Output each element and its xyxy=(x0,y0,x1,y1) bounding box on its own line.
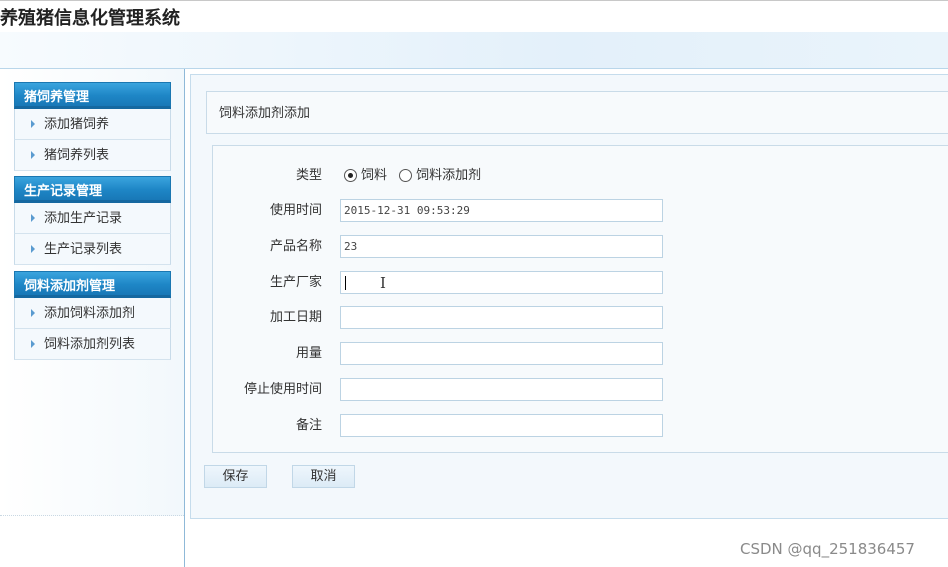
sidebar-item-label: 生产记录列表 xyxy=(44,242,123,257)
form-row-product-name: 产品名称 23 xyxy=(212,235,948,259)
watermark: CSDN @qq_251836457 xyxy=(740,540,915,558)
form-container xyxy=(212,145,948,453)
radio-feed-additive[interactable] xyxy=(399,168,413,182)
radio-feed-label[interactable]: 饲料 xyxy=(361,168,387,183)
sidebar-item-add-pig-feeding[interactable]: 添加猪饲养 xyxy=(14,109,171,140)
arrow-right-icon xyxy=(31,214,35,222)
use-time-label: 使用时间 xyxy=(269,203,322,218)
product-name-label: 产品名称 xyxy=(269,239,322,254)
form-row-amount: 用量 xyxy=(212,342,948,366)
stop-time-input[interactable] xyxy=(340,378,663,401)
cancel-button[interactable]: 取消 xyxy=(292,465,355,488)
sidebar-item-label: 猪饲养列表 xyxy=(44,148,110,163)
form-row-use-time: 使用时间 2015-12-31 09:53:29 xyxy=(212,199,948,223)
form-row-manufacturer: 生产厂家 I xyxy=(212,271,948,295)
radio-feed-additive-label[interactable]: 饲料添加剂 xyxy=(416,168,481,183)
amount-label: 用量 xyxy=(295,346,322,361)
form-row-stop-time: 停止使用时间 xyxy=(212,378,948,402)
ibeam-cursor-icon: I xyxy=(380,274,386,292)
arrow-right-icon xyxy=(31,245,35,253)
sidebar-item-label: 添加生产记录 xyxy=(44,211,123,226)
process-date-input[interactable] xyxy=(340,306,663,329)
menu-group-title[interactable]: 饲料添加剂管理 xyxy=(14,271,171,298)
breadcrumb: 饲料添加剂添加 xyxy=(206,91,948,134)
sidebar-item-add-production-record[interactable]: 添加生产记录 xyxy=(14,203,171,234)
sidebar-item-label: 添加饲料添加剂 xyxy=(44,306,136,321)
menu-group-title[interactable]: 猪饲养管理 xyxy=(14,82,171,109)
form-row-process-date: 加工日期 xyxy=(212,306,948,330)
use-time-input[interactable]: 2015-12-31 09:53:29 xyxy=(340,199,663,222)
arrow-right-icon xyxy=(31,151,35,159)
remark-input[interactable] xyxy=(340,414,663,437)
sidebar-item-feed-additive-list[interactable]: 饲料添加剂列表 xyxy=(14,329,171,360)
app-title: 养殖猪信息化管理系统 xyxy=(0,8,180,29)
menu-group-title[interactable]: 生产记录管理 xyxy=(14,176,171,203)
menu-group-feed-additive: 饲料添加剂管理 添加饲料添加剂 饲料添加剂列表 xyxy=(14,271,171,360)
sidebar-item-production-record-list[interactable]: 生产记录列表 xyxy=(14,234,171,265)
product-name-input[interactable]: 23 xyxy=(340,235,663,258)
amount-input[interactable] xyxy=(340,342,663,365)
form-row-remark: 备注 xyxy=(212,414,948,438)
arrow-right-icon xyxy=(31,120,35,128)
save-button[interactable]: 保存 xyxy=(204,465,267,488)
sidebar-item-label: 添加猪饲养 xyxy=(44,117,110,132)
sidebar-item-pig-feeding-list[interactable]: 猪饲养列表 xyxy=(14,140,171,171)
manufacturer-input[interactable]: I xyxy=(340,271,663,294)
arrow-right-icon xyxy=(31,309,35,317)
top-border xyxy=(0,0,948,1)
sidebar-divider xyxy=(184,69,185,567)
form-row-type: 类型 饲料 饲料添加剂 xyxy=(212,164,948,188)
menu-group-production-record: 生产记录管理 添加生产记录 生产记录列表 xyxy=(14,176,171,265)
manufacturer-label: 生产厂家 xyxy=(269,275,322,290)
header-banner xyxy=(0,32,948,69)
text-caret xyxy=(345,276,346,290)
sidebar-item-add-feed-additive[interactable]: 添加饲料添加剂 xyxy=(14,298,171,329)
menu-group-pig-feeding: 猪饲养管理 添加猪饲养 猪饲养列表 xyxy=(14,82,171,171)
remark-label: 备注 xyxy=(295,418,322,433)
type-radio-group: 饲料 饲料添加剂 xyxy=(344,164,489,188)
arrow-right-icon xyxy=(31,340,35,348)
process-date-label: 加工日期 xyxy=(269,310,322,325)
radio-feed[interactable] xyxy=(344,168,357,182)
type-label: 类型 xyxy=(295,168,322,183)
stop-time-label: 停止使用时间 xyxy=(243,382,322,397)
sidebar-item-label: 饲料添加剂列表 xyxy=(44,337,136,352)
